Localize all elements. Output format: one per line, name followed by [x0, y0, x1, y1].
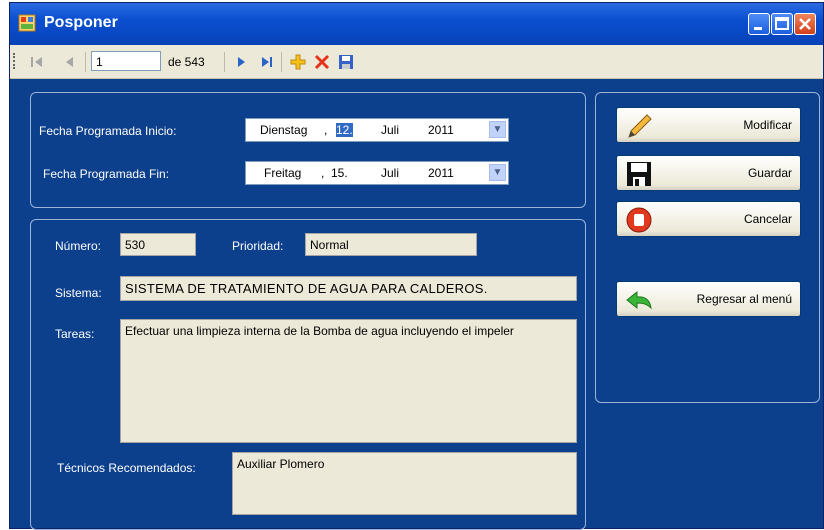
start-day[interactable]: 12. [336, 123, 353, 137]
regresar-button[interactable]: Regresar al menú [616, 281, 801, 317]
modificar-button[interactable]: Modificar [616, 107, 801, 143]
end-date-label: Fecha Programada Fin: [43, 167, 170, 181]
delete-icon[interactable] [314, 54, 330, 70]
end-year: 2011 [428, 166, 454, 180]
end-weekday: Freitag [264, 166, 302, 180]
move-first-icon[interactable] [30, 55, 44, 69]
chevron-down-icon[interactable]: ▼ [489, 121, 506, 138]
prioridad-field[interactable]: Normal [305, 233, 477, 256]
add-new-icon[interactable] [290, 54, 306, 70]
tareas-label: Tareas: [55, 327, 95, 341]
start-comma: , [324, 123, 328, 137]
move-next-icon[interactable] [234, 55, 248, 69]
tecnicos-textarea[interactable]: Auxiliar Plomero [232, 452, 577, 515]
position-input[interactable]: 1 [91, 51, 161, 71]
regresar-label: Regresar al menú [696, 292, 792, 306]
move-previous-icon[interactable] [62, 55, 76, 69]
end-day[interactable]: 15. [331, 166, 348, 180]
guardar-label: Guardar [747, 166, 792, 180]
close-icon [799, 18, 811, 30]
dates-panel [30, 92, 586, 208]
sistema-field[interactable]: SISTEMA DE TRATAMIENTO DE AGUA PARA CALD… [120, 276, 577, 301]
separator [281, 52, 282, 72]
app-icon [18, 14, 36, 32]
tareas-textarea[interactable]: Efectuar una limpieza interna de la Bomb… [120, 319, 577, 443]
close-button[interactable] [794, 13, 816, 35]
count-label: de 543 [168, 55, 205, 69]
binding-navigator: 1 de 543 [10, 45, 823, 79]
window-title: Posponer [44, 14, 118, 31]
end-month: Juli [381, 166, 400, 180]
posponer-window: Posponer 1 de 543 Fecha Programada Inici… [9, 2, 824, 530]
modificar-label: Modificar [743, 118, 792, 132]
end-comma: , [321, 166, 325, 180]
guardar-button[interactable]: Guardar [616, 155, 801, 191]
title-bar[interactable]: Posponer [10, 3, 823, 45]
numero-label: Número: [55, 239, 102, 253]
minimize-button[interactable] [748, 13, 770, 35]
end-date-picker[interactable]: Freitag , 15. Juli 2011 ▼ [245, 161, 509, 185]
save-icon [627, 162, 651, 186]
save-icon[interactable] [338, 54, 354, 70]
start-date-label: Fecha Programada Inicio: [39, 124, 177, 138]
stop-icon [626, 207, 652, 233]
maximize-button[interactable] [771, 13, 793, 35]
pencil-icon [628, 114, 652, 138]
maximize-icon [775, 17, 789, 30]
start-year: 2011 [428, 123, 454, 137]
prioridad-label: Prioridad: [232, 239, 284, 253]
cancelar-label: Cancelar [743, 212, 792, 226]
separator [224, 52, 225, 72]
cancelar-button[interactable]: Cancelar [616, 201, 801, 237]
minimize-icon [754, 27, 762, 30]
chevron-down-icon[interactable]: ▼ [489, 164, 506, 181]
numero-field[interactable]: 530 [120, 233, 196, 256]
toolbar-grip[interactable] [13, 53, 18, 69]
start-date-picker[interactable]: Dienstag , 12. Juli 2011 ▼ [245, 118, 509, 142]
move-last-icon[interactable] [260, 55, 274, 69]
back-arrow-icon [626, 290, 652, 310]
tecnicos-label: Técnicos Recomendados: [57, 461, 196, 475]
start-weekday: Dienstag [260, 123, 308, 137]
sistema-label: Sistema: [55, 286, 102, 300]
separator [85, 52, 86, 72]
start-month: Juli [381, 123, 400, 137]
